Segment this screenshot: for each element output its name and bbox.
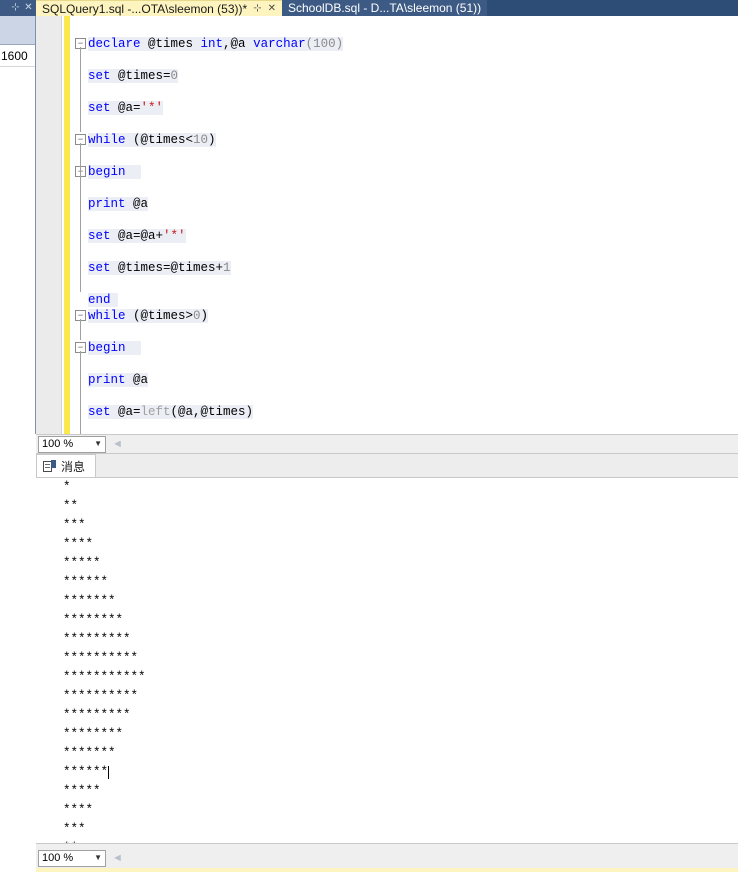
code-line-text: set @a='*' [88, 101, 164, 115]
message-line: ********* [63, 708, 131, 722]
message-line: *********** [63, 670, 146, 684]
code-line: print @a [88, 372, 149, 388]
code-line: while (@times>0) [88, 308, 209, 324]
bottom-left-filler [0, 843, 36, 872]
bottom-accent-strip [36, 868, 738, 872]
sql-editor-pane[interactable]: −−−−− declare @times int,@a varchar(100)… [36, 16, 738, 434]
message-line: ***** [63, 556, 101, 570]
message-line: ********** [63, 689, 139, 703]
text-caret [108, 766, 109, 779]
fold-guide-line [80, 143, 81, 292]
pin-icon[interactable]: ⊹ [10, 3, 21, 13]
message-line: **** [63, 537, 94, 551]
editor-fold-column[interactable]: −−−−− [74, 16, 88, 434]
results-zoom-select[interactable]: 100 % ▼ [38, 849, 106, 867]
code-line: set @a='*' [88, 100, 164, 116]
chevron-down-icon[interactable]: ▼ [94, 854, 102, 862]
tab-pin-icon[interactable]: ⊹ [253, 3, 261, 14]
message-line: ******** [63, 613, 124, 627]
code-line: set @times=@times+1 [88, 260, 231, 276]
message-line: ******* [63, 594, 116, 608]
code-line: while (@times<10) [88, 132, 216, 148]
fold-guide-line [80, 47, 81, 132]
editor-zoom-bar: 100 % ▼ ◄ [36, 434, 738, 454]
messages-output[interactable]: * ** *** **** ***** ****** ******* ******** ****… [36, 478, 738, 843]
results-tab-strip: 消息 [36, 454, 738, 478]
code-line-text: end [88, 293, 119, 307]
tab-schooldb-label: SchoolDB.sql - D...TA\sleemon (51)) [287, 1, 482, 15]
code-line-text: set @a=left(@a,@times) [88, 405, 254, 419]
code-line: end [88, 292, 119, 308]
message-line: ****** [63, 765, 109, 779]
code-line-text: set @times=0 [88, 69, 179, 83]
editor-zoom-select[interactable]: 100 % ▼ [38, 435, 106, 453]
fold-guide-line [80, 351, 81, 434]
messages-icon [43, 459, 56, 473]
message-line: **** [63, 803, 94, 817]
editor-line-number-gutter [36, 16, 62, 434]
editor-scroll-left-icon[interactable]: ◄ [112, 438, 123, 450]
code-line: set @times=0 [88, 68, 179, 84]
code-line: begin [88, 164, 141, 180]
code-line: set @a=@a+'*' [88, 228, 186, 244]
results-zoom-value: 100 % [42, 852, 74, 864]
message-line: ***** [63, 784, 101, 798]
code-line-text: print @a [88, 197, 149, 211]
message-line: *** [63, 822, 86, 836]
tab-messages[interactable]: 消息 [36, 454, 97, 477]
left-panel-header-band [0, 16, 35, 45]
message-line: ********* [63, 632, 131, 646]
code-line-text: set @times=@times+1 [88, 261, 231, 275]
tab-strip-empty-area [487, 0, 738, 16]
results-scroll-left-icon[interactable]: ◄ [112, 852, 123, 864]
tab-strip: ⊹ ✕ SQLQuery1.sql -...OTA\sleemon (53))*… [0, 0, 738, 16]
close-icon[interactable]: ✕ [23, 3, 34, 13]
tab-close-icon[interactable]: ✕ [268, 3, 276, 14]
tab-schooldb[interactable]: SchoolDB.sql - D...TA\sleemon (51)) [281, 0, 488, 16]
code-line-text: declare @times int,@a varchar(100) [88, 37, 344, 51]
message-line: ******** [63, 727, 124, 741]
code-line-text: while (@times<10) [88, 133, 216, 147]
editor-zoom-value: 100 % [42, 438, 74, 450]
message-line: ****** [63, 575, 109, 589]
messages-left-gutter [0, 478, 36, 843]
left-panel-value: 1600 [0, 45, 35, 67]
editor-change-bar [64, 16, 70, 434]
fold-guide-line [80, 319, 81, 340]
code-line-text: set @a=@a+'*' [88, 229, 186, 243]
code-line-text: begin [88, 165, 141, 179]
editor-code-area[interactable]: declare @times int,@a varchar(100) set @t… [88, 16, 738, 434]
tab-messages-label: 消息 [61, 459, 86, 474]
left-side-panel: 1600 [0, 16, 36, 434]
code-line: print @a [88, 196, 149, 212]
code-line: set @a=left(@a,@times) [88, 404, 254, 420]
code-line-text: print @a [88, 373, 149, 387]
message-line: *** [63, 518, 86, 532]
tab-sqlquery1[interactable]: SQLQuery1.sql -...OTA\sleemon (53))* ⊹ ✕ [36, 0, 282, 16]
code-line: begin [88, 340, 141, 356]
tab-sqlquery1-label: SQLQuery1.sql -...OTA\sleemon (53))* [42, 1, 248, 16]
message-line: * [63, 480, 71, 494]
message-line: ** [63, 499, 79, 513]
message-line: ********** [63, 651, 139, 665]
code-line-text: while (@times>0) [88, 309, 209, 323]
chevron-down-icon[interactable]: ▼ [94, 440, 102, 448]
code-line: declare @times int,@a varchar(100) [88, 36, 344, 52]
code-line-text: begin [88, 341, 141, 355]
message-line: ******* [63, 746, 116, 760]
left-panel-caption: ⊹ ✕ [0, 0, 36, 16]
